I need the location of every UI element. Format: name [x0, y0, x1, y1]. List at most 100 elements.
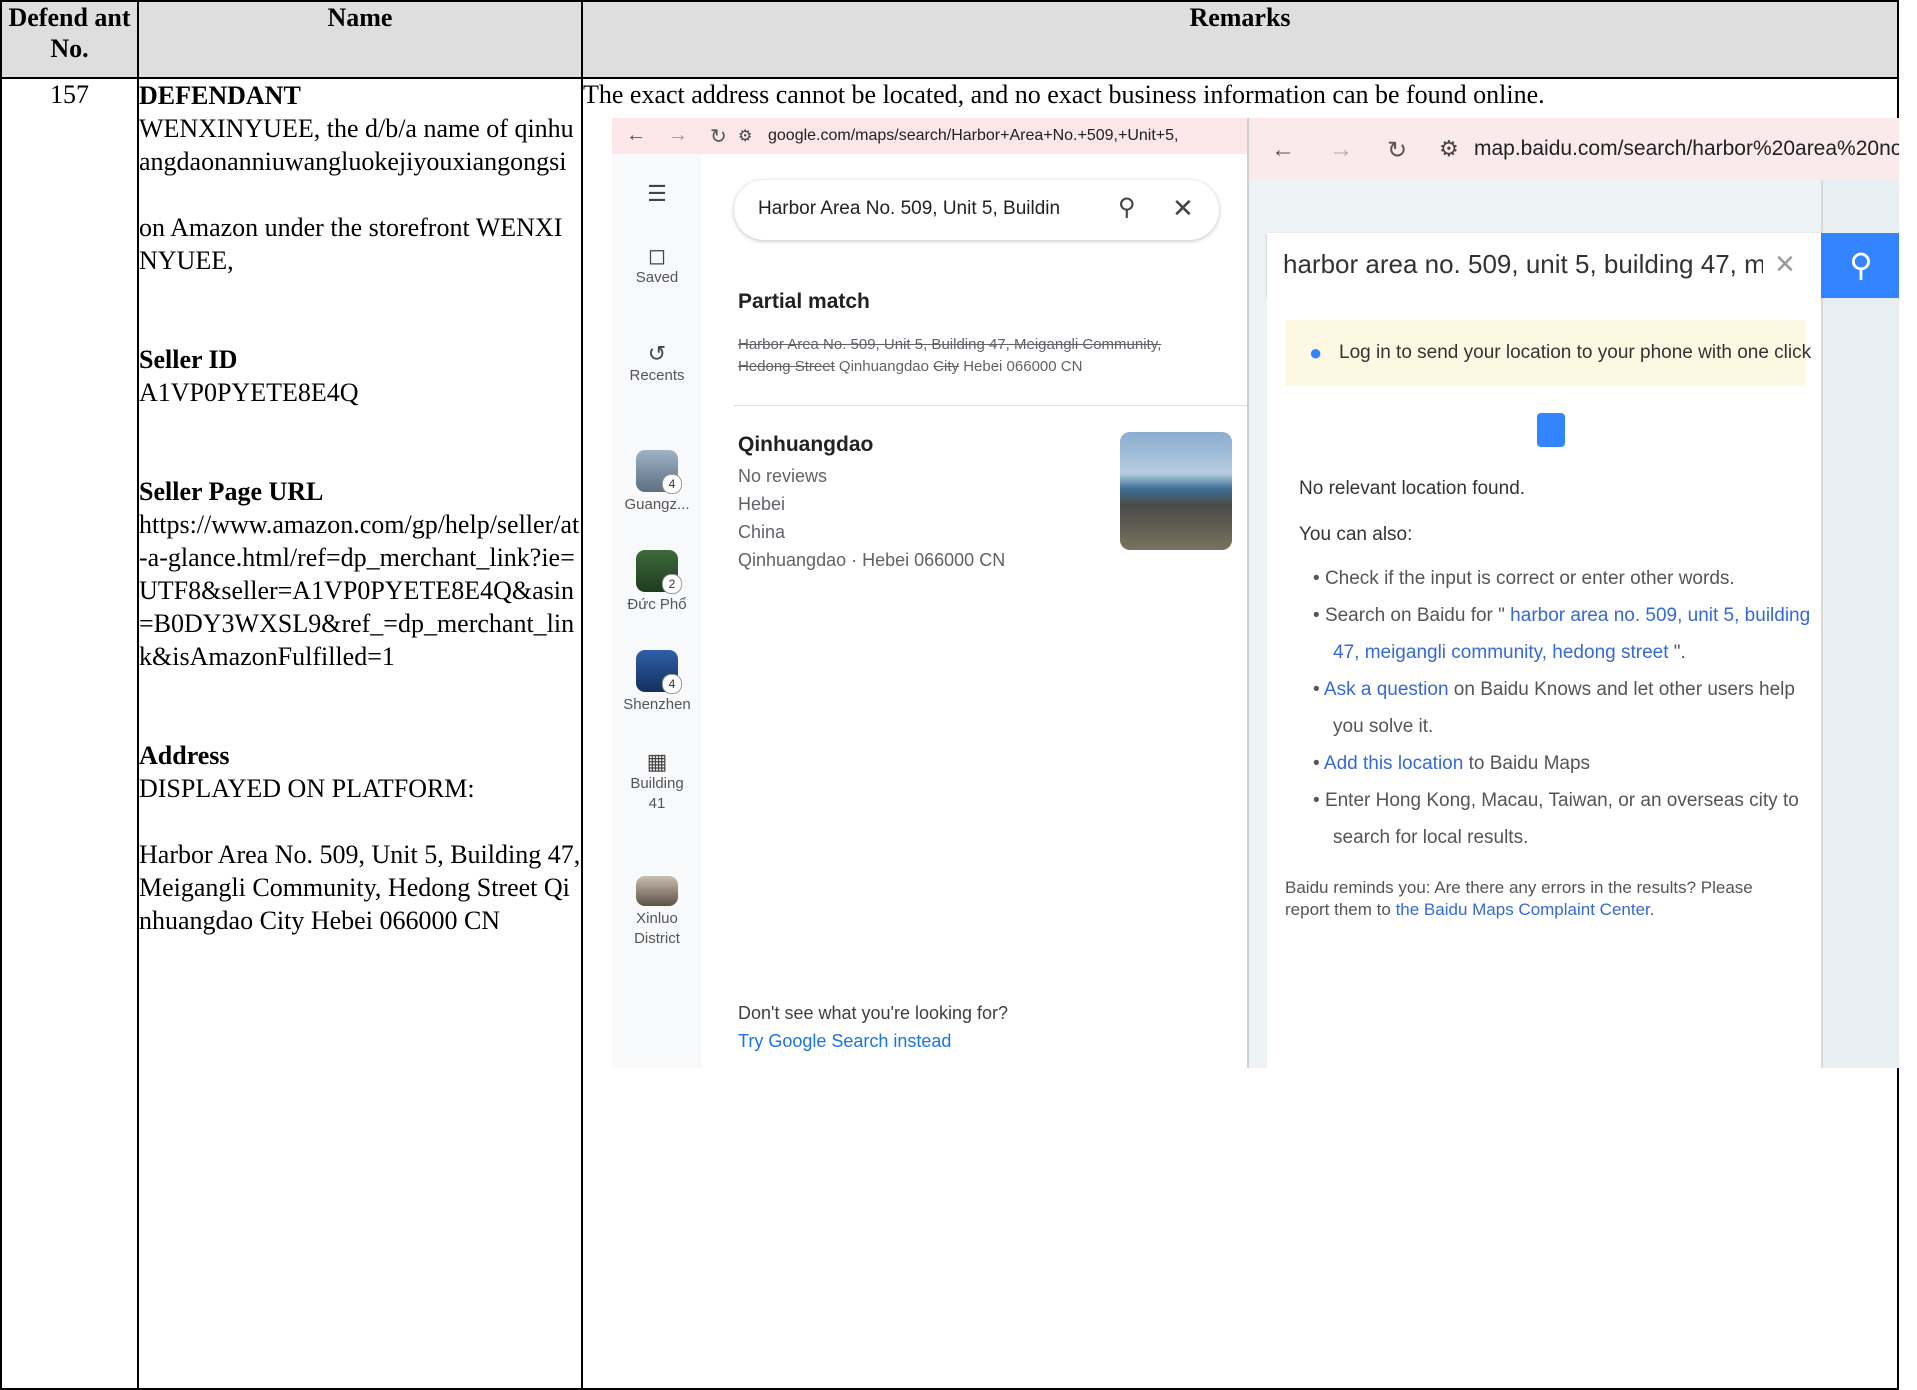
map-area[interactable] — [1821, 180, 1899, 1068]
baidu-url[interactable]: map.baidu.com/search/harbor%20area%20no. — [1474, 137, 1899, 161]
seller-id: A1VP0PYETE8E4Q — [139, 378, 359, 407]
bullet-3-text: on Baidu Knows and let other users help — [1448, 679, 1795, 700]
search-icon: ⚲ — [1849, 247, 1873, 283]
close-icon[interactable]: × — [1775, 245, 1795, 284]
menu-icon[interactable]: ☰ — [612, 183, 702, 206]
google-search-box[interactable]: Harbor Area No. 509, Unit 5, Buildin ⚲ ✕ — [734, 180, 1219, 240]
baidu-maps-screenshot: ← → ↻ ⚙ map.baidu.com/search/harbor%20ar… — [1249, 118, 1899, 1068]
remind-text-1: Baidu reminds you: Are there any errors … — [1285, 878, 1753, 897]
bullet-2: • Search on Baidu for " harbor area no. … — [1313, 605, 1811, 626]
place-thumbnail — [636, 876, 678, 906]
bullet-2-cont: 47, meigangli community, hedong street "… — [1333, 642, 1686, 664]
bullet-4-text: to Baidu Maps — [1463, 753, 1591, 774]
bullet-3: • Ask a question on Baidu Knows and let … — [1313, 679, 1795, 700]
map-screenshots: ← → ↻ ⚙ google.com/maps/search/Harbor+Ar… — [612, 118, 1899, 1068]
bullet-3-cont: you solve it. — [1333, 716, 1434, 737]
address-sub: DISPLAYED ON PLATFORM: — [139, 774, 475, 803]
no-result-text: No relevant location found. — [1299, 478, 1526, 499]
defendant-name-cell: DEFENDANT WENXINYUEE, the d/b/a name of … — [137, 77, 583, 1390]
rail-xinluo[interactable]: Xinluo District — [612, 876, 702, 949]
rail-duc-pho-label: Đức Phổ — [627, 596, 687, 613]
defendant-label: DEFENDANT — [139, 81, 301, 110]
forward-arrow-icon[interactable]: → — [1329, 136, 1353, 164]
divider — [734, 405, 1247, 406]
storefront-text: on Amazon under the storefront WENXINYUE… — [139, 213, 563, 275]
history-icon: ↺ — [647, 341, 667, 366]
bullet-5-cont: search for local results. — [1333, 827, 1529, 848]
result-photo[interactable] — [1120, 432, 1232, 550]
ask-question-link[interactable]: Ask a question — [1324, 679, 1449, 700]
search-button[interactable]: ⚲ — [1821, 233, 1899, 298]
login-banner-text: Log in to send your location to your pho… — [1339, 342, 1812, 363]
result-line2: China — [738, 522, 786, 542]
baidu-address-bar: ← → ↻ ⚙ map.baidu.com/search/harbor%20ar… — [1249, 118, 1899, 180]
add-location-link[interactable]: Add this location — [1324, 753, 1463, 774]
baidu-search-input[interactable]: harbor area no. 509, unit 5, building 47… — [1283, 249, 1763, 280]
site-settings-icon[interactable]: ⚙ — [1439, 136, 1459, 162]
reload-icon[interactable]: ↻ — [1387, 136, 1407, 165]
remarks-text: The exact address cannot be located, and… — [583, 80, 1545, 109]
rail-recents[interactable]: ↺ Recents — [612, 341, 702, 386]
google-side-rail: ☰ ◻ Saved ↺ Recents 4 Guangz... 2 Đức Phổ 4 S… — [612, 154, 702, 1068]
google-url[interactable]: ⚙ google.com/maps/search/Harbor+Area+No.… — [738, 127, 1179, 145]
rail-saved-label: Saved — [635, 269, 679, 286]
partial-struck-line: Harbor Area No. 509, Unit 5, Building 47… — [738, 336, 1162, 353]
rail-xinluo-label: Xinluo District — [634, 910, 680, 947]
thumb-badge: 2 — [662, 574, 682, 594]
rail-duc-pho[interactable]: 2 Đức Phổ — [612, 550, 702, 615]
partial-struck-city: City — [933, 358, 960, 375]
bullet-4: • Add this location to Baidu Maps — [1313, 753, 1591, 774]
address-label: Address — [139, 741, 230, 770]
partial-line-2: Hedong Street Qinhuangdao City Hebei 066… — [738, 358, 1082, 375]
partial-struck-street: Hedong Street — [738, 358, 835, 375]
forward-arrow-icon[interactable]: → — [668, 124, 688, 147]
bullet-5: • Enter Hong Kong, Macau, Taiwan, or an … — [1313, 790, 1799, 811]
defendant-text: WENXINYUEE, the d/b/a name of qinhuangda… — [139, 114, 574, 176]
site-settings-icon[interactable]: ⚙ — [738, 126, 752, 146]
complaint-center-link[interactable]: the Baidu Maps Complaint Center — [1396, 900, 1650, 919]
search-icon[interactable]: ⚲ — [1118, 193, 1136, 222]
rail-recents-label: Recents — [629, 367, 685, 384]
bullet-5-text: Enter Hong Kong, Macau, Taiwan, or an ov… — [1324, 790, 1799, 811]
address-text: Harbor Area No. 509, Unit 5, Building 47… — [139, 840, 581, 935]
location-marker-icon — [1537, 413, 1565, 447]
back-arrow-icon[interactable]: ← — [1271, 136, 1295, 164]
header-name: Name — [137, 0, 583, 79]
rail-building-41-label: Building 41 — [630, 775, 684, 812]
rail-guangzhou[interactable]: 4 Guangz... — [612, 450, 702, 515]
rail-saved[interactable]: ◻ Saved — [612, 245, 702, 288]
remind-end: . — [1649, 900, 1655, 919]
rail-shenzhen-label: Shenzhen — [623, 696, 691, 713]
seller-id-label: Seller ID — [139, 345, 238, 374]
google-url-text: google.com/maps/search/Harbor+Area+No.+5… — [768, 127, 1179, 144]
thumb-badge: 4 — [662, 474, 682, 494]
building-icon: ▦ — [646, 749, 668, 774]
bullet-2-pre: Search on Baidu for " — [1324, 605, 1505, 626]
seller-url-label: Seller Page URL — [139, 477, 324, 506]
baidu-search-link[interactable]: harbor area no. 509, unit 5, building — [1505, 605, 1810, 626]
defendant-number: 157 — [0, 77, 139, 1390]
user-icon: ● — [1309, 340, 1323, 365]
partial-city: Qinhuangdao — [838, 358, 929, 375]
place-thumbnail: 2 — [636, 550, 682, 594]
google-search-instead-link[interactable]: Try Google Search instead — [738, 1031, 951, 1052]
result-line3: Qinhuangdao · Hebei 066000 CN — [738, 550, 1006, 570]
close-icon[interactable]: ✕ — [1172, 193, 1194, 224]
baidu-search-link-2[interactable]: 47, meigangli community, hedong street — [1333, 642, 1674, 663]
google-search-input[interactable]: Harbor Area No. 509, Unit 5, Buildin — [758, 198, 1088, 220]
header-defendant-no: Defend ant No. — [0, 0, 139, 79]
rail-shenzhen[interactable]: 4 Shenzhen — [612, 650, 702, 715]
place-thumbnail: 4 — [636, 650, 682, 694]
result-title[interactable]: Qinhuangdao — [738, 433, 873, 457]
login-banner[interactable]: ● Log in to send your location to your p… — [1285, 320, 1811, 386]
rail-guangzhou-label: Guangz... — [624, 496, 690, 513]
result-reviews: No reviews — [738, 466, 828, 486]
remind-line-2: report them to the Baidu Maps Complaint … — [1285, 900, 1655, 920]
reload-icon[interactable]: ↻ — [710, 124, 727, 149]
back-arrow-icon[interactable]: ← — [626, 124, 646, 147]
result-line1: Hebei — [738, 494, 786, 514]
rail-building-41[interactable]: ▦ Building 41 — [612, 749, 702, 814]
baidu-result-panel: ● Log in to send your location to your p… — [1267, 298, 1821, 1068]
thumb-badge: 4 — [662, 674, 682, 694]
baidu-search-box[interactable]: harbor area no. 509, unit 5, building 47… — [1267, 233, 1899, 298]
